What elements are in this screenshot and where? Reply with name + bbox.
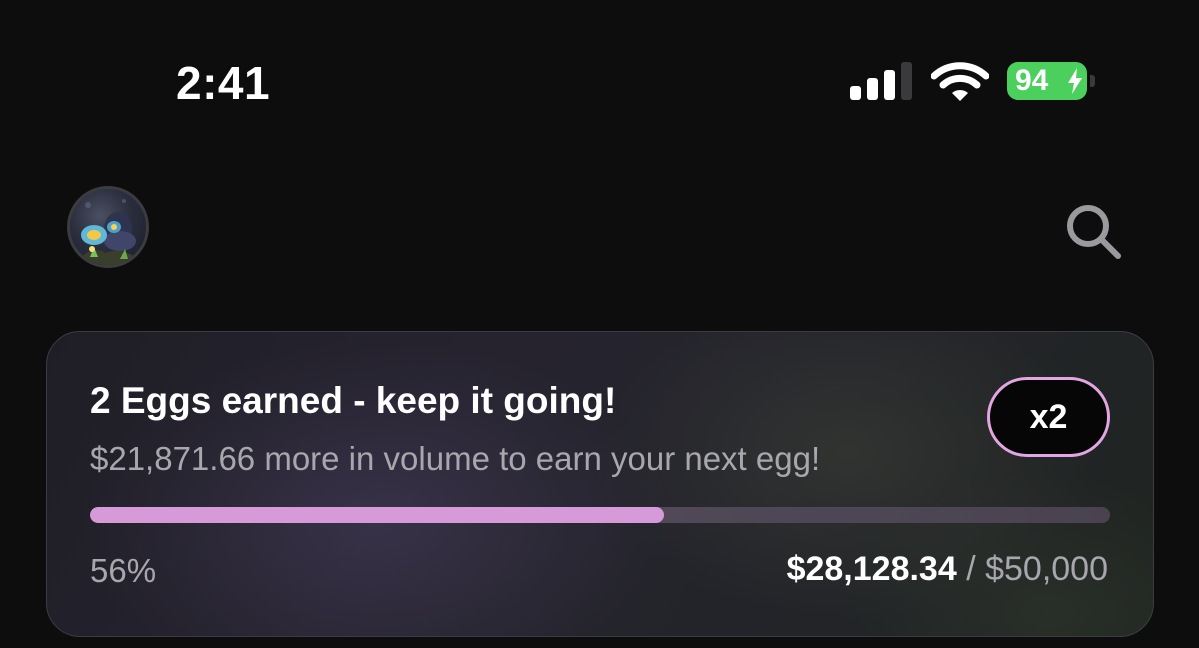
- card-title: 2 Eggs earned - keep it going!: [90, 380, 617, 421]
- progress-percent: 56%: [90, 552, 157, 589]
- current-volume: $28,128.34: [786, 550, 957, 588]
- wifi-icon: [931, 62, 989, 101]
- multiplier-badge[interactable]: x2: [987, 377, 1110, 457]
- egg-progress-card[interactable]: 2 Eggs earned - keep it going! $21,871.6…: [46, 331, 1154, 637]
- app-screen: 2:41 94 2 Eggs earned - keep it going! $…: [0, 0, 1199, 648]
- battery-indicator: 94: [1007, 62, 1095, 100]
- volume-progress-fill: [90, 507, 664, 523]
- avatar[interactable]: [67, 186, 149, 268]
- egg-avatar-icon: [80, 199, 136, 265]
- goal-volume: $50,000: [985, 550, 1108, 588]
- search-icon[interactable]: [1064, 202, 1124, 262]
- status-time: 2:41: [176, 57, 271, 109]
- amount-separator: /: [956, 550, 986, 588]
- cellular-signal-icon: [850, 62, 912, 100]
- volume-progress-bar: [90, 507, 1110, 523]
- battery-cap: [1090, 75, 1095, 87]
- card-subtitle: $21,871.66 more in volume to earn your n…: [90, 440, 821, 477]
- charging-bolt-icon: [1068, 68, 1082, 94]
- volume-amounts: $28,128.34 / $50,000: [787, 550, 1108, 589]
